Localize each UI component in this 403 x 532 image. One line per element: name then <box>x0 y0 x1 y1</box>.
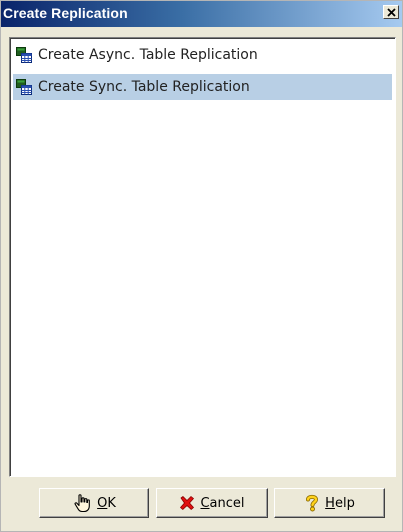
table-icon <box>16 47 32 63</box>
list-item-label: Create Sync. Table Replication <box>38 79 250 95</box>
table-icon <box>16 79 32 95</box>
cancel-button-label: Cancel <box>200 495 245 511</box>
close-button[interactable] <box>383 5 399 19</box>
list-item-sync-replication[interactable]: Create Sync. Table Replication <box>13 74 392 100</box>
cancel-button[interactable]: Cancel <box>156 488 268 518</box>
list-item-label: Create Async. Table Replication <box>38 47 258 63</box>
hand-pointer-icon <box>74 494 90 513</box>
replication-type-list[interactable]: Create Async. Table Replication Create S… <box>9 37 396 477</box>
title-bar[interactable]: Create Replication <box>1 1 402 27</box>
help-button-label: Help <box>325 495 355 511</box>
window-title: Create Replication <box>3 5 128 21</box>
ok-button-label: OK <box>97 495 116 511</box>
ok-button[interactable]: OK <box>39 488 149 518</box>
red-x-icon <box>180 496 195 510</box>
create-replication-dialog: Create Replication Create Async. Table R… <box>0 0 403 532</box>
question-mark-icon <box>306 494 319 512</box>
help-button[interactable]: Help <box>274 488 385 518</box>
list-item-async-replication[interactable]: Create Async. Table Replication <box>13 42 392 68</box>
close-icon <box>387 8 396 17</box>
